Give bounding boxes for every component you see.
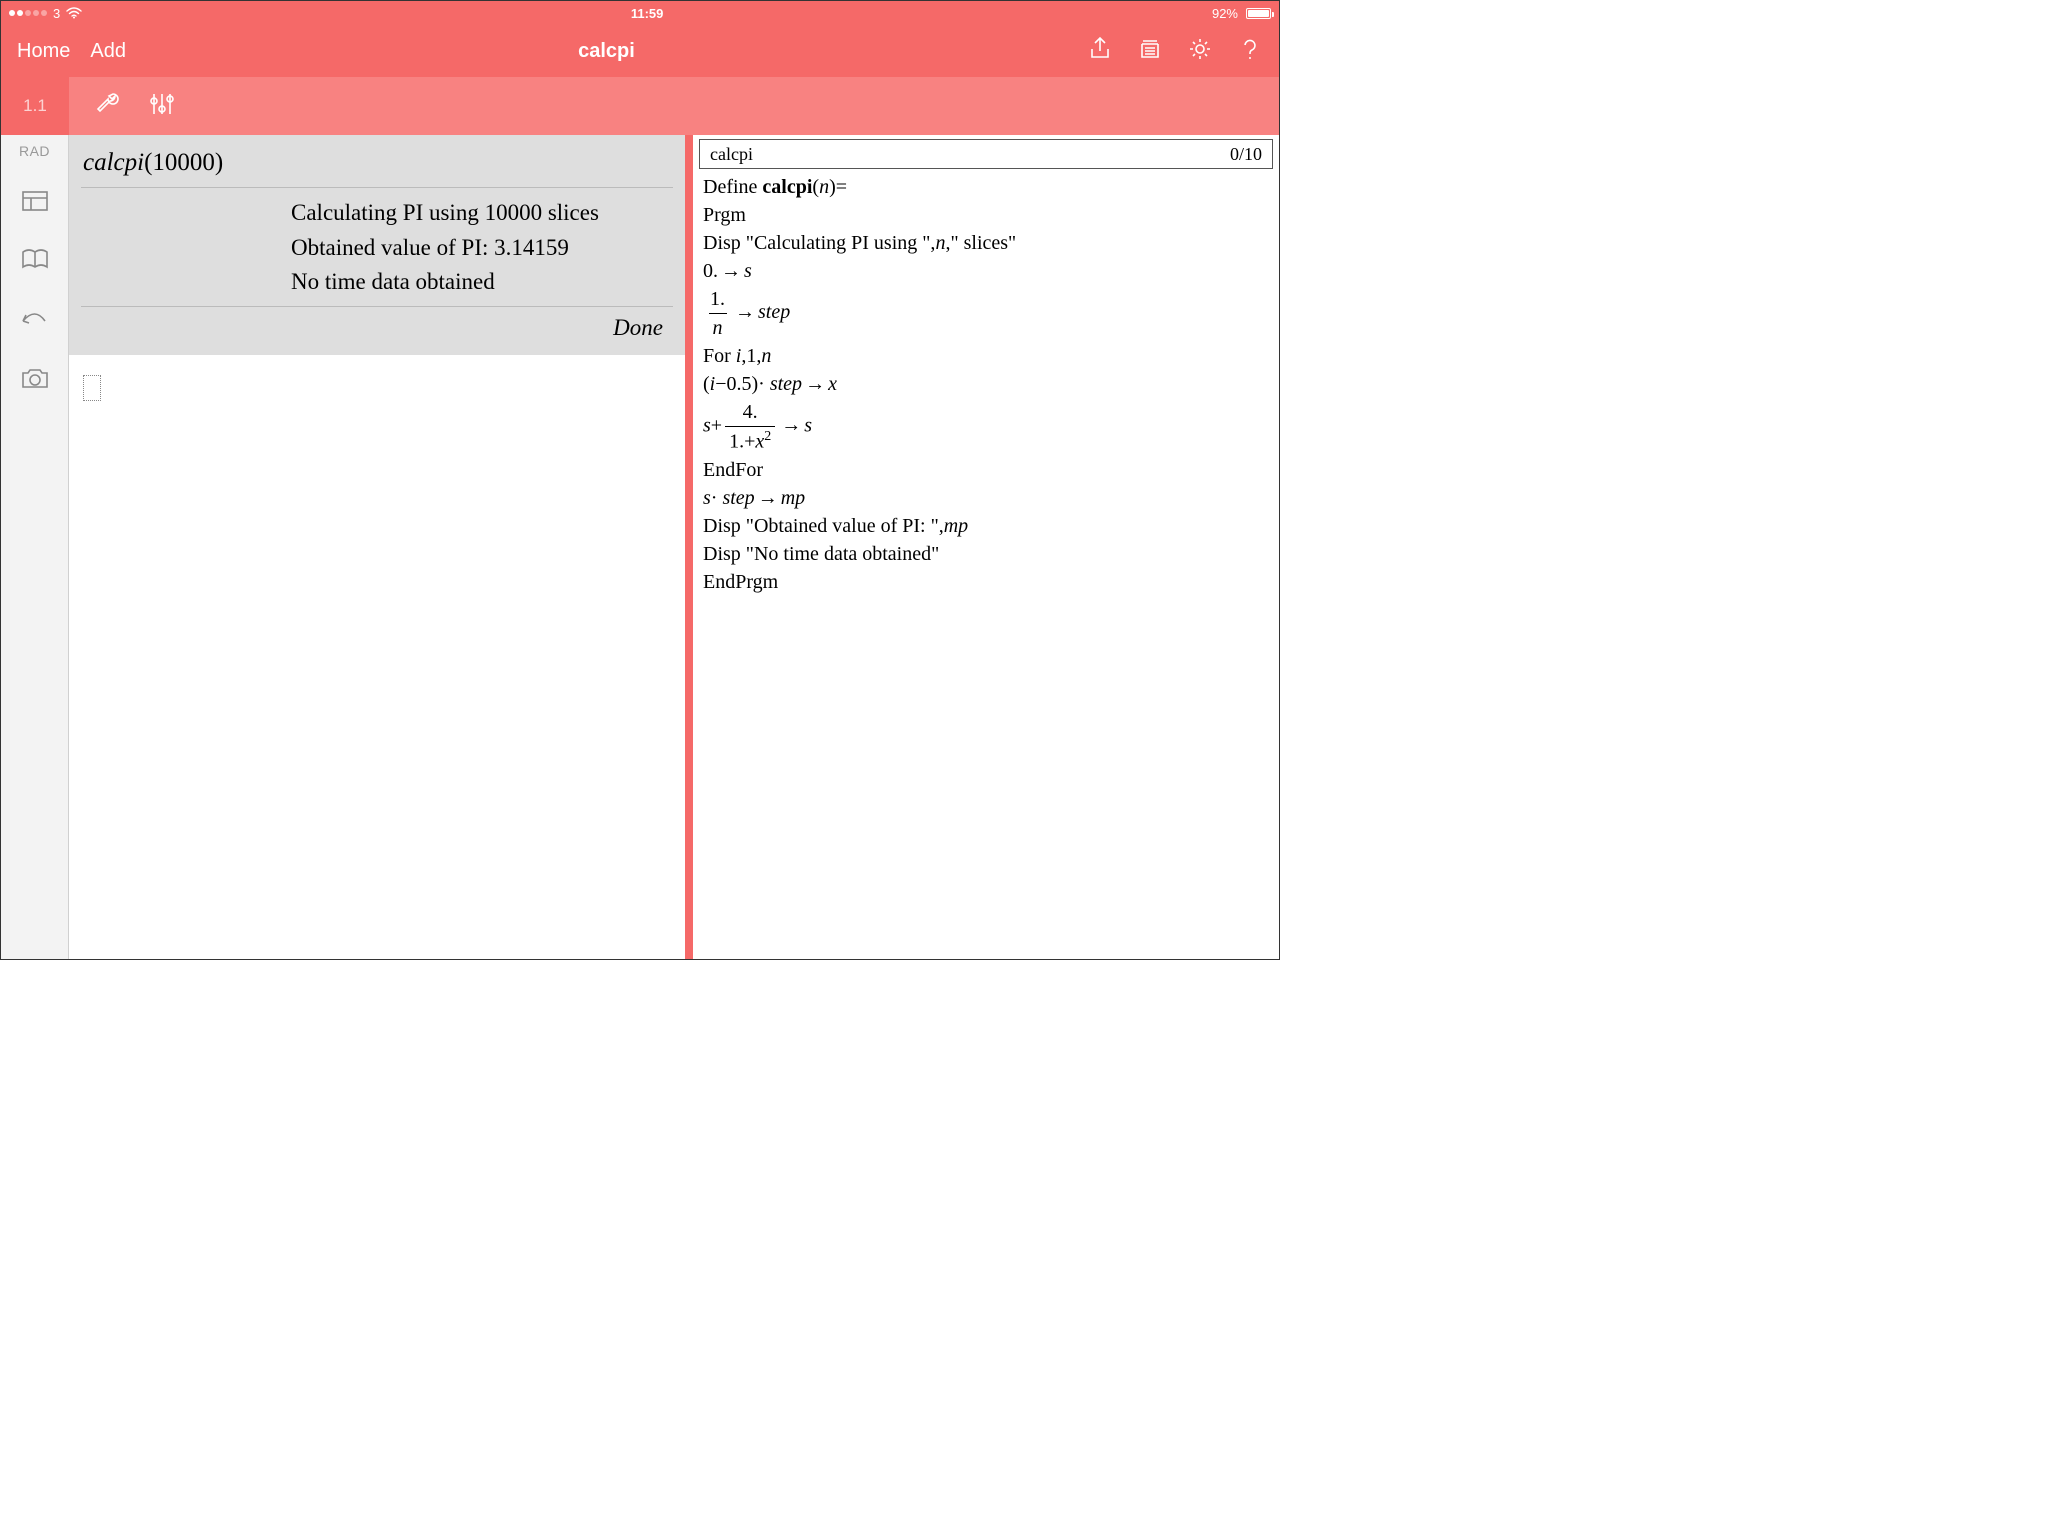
angle-mode-label[interactable]: RAD [19, 143, 50, 159]
program-source[interactable]: Define calcpi(n)= Prgm Disp "Calculating… [693, 171, 1279, 606]
entry-input: calcpi(10000) [81, 145, 673, 185]
help-icon[interactable] [1237, 36, 1263, 67]
entry-result: Done [81, 306, 673, 345]
library-icon[interactable] [1137, 36, 1163, 67]
cursor-position: 0/10 [1230, 144, 1262, 165]
settings-icon[interactable] [1187, 36, 1213, 67]
entry-output: Calculating PI using 10000 slices Obtain… [81, 196, 673, 300]
share-icon[interactable] [1087, 36, 1113, 67]
clock: 11:59 [82, 6, 1212, 21]
pane-divider[interactable] [685, 135, 693, 959]
program-header: calcpi 0/10 [699, 139, 1273, 169]
add-button[interactable]: Add [90, 40, 126, 63]
home-button[interactable]: Home [17, 40, 70, 63]
program-name: calcpi [710, 144, 1230, 165]
program-editor-pane[interactable]: calcpi 0/10 Define calcpi(n)= Prgm Disp … [693, 135, 1279, 959]
undo-icon[interactable] [19, 303, 51, 340]
tool-bar: 1.1 [1, 77, 1279, 135]
battery-icon [1246, 8, 1271, 19]
carrier-label: 3 [53, 6, 60, 21]
vertical-side-bar: RAD [1, 135, 69, 959]
document-title: calcpi [126, 40, 1087, 63]
input-cursor[interactable] [83, 375, 101, 401]
nav-bar: Home Add calcpi [1, 25, 1279, 77]
calculator-pane[interactable]: calcpi(10000) Calculating PI using 10000… [69, 135, 685, 959]
wrench-icon[interactable] [93, 89, 123, 124]
wifi-icon [66, 7, 82, 19]
layout-icon[interactable] [19, 185, 51, 222]
camera-icon[interactable] [19, 362, 51, 399]
history-entry[interactable]: calcpi(10000) Calculating PI using 10000… [69, 135, 685, 355]
book-icon[interactable] [19, 244, 51, 281]
sliders-icon[interactable] [147, 89, 177, 124]
page-tab[interactable]: 1.1 [1, 77, 69, 135]
status-bar: 3 11:59 92% [1, 1, 1279, 25]
battery-percent: 92% [1212, 6, 1238, 21]
signal-dots-icon [9, 10, 47, 16]
